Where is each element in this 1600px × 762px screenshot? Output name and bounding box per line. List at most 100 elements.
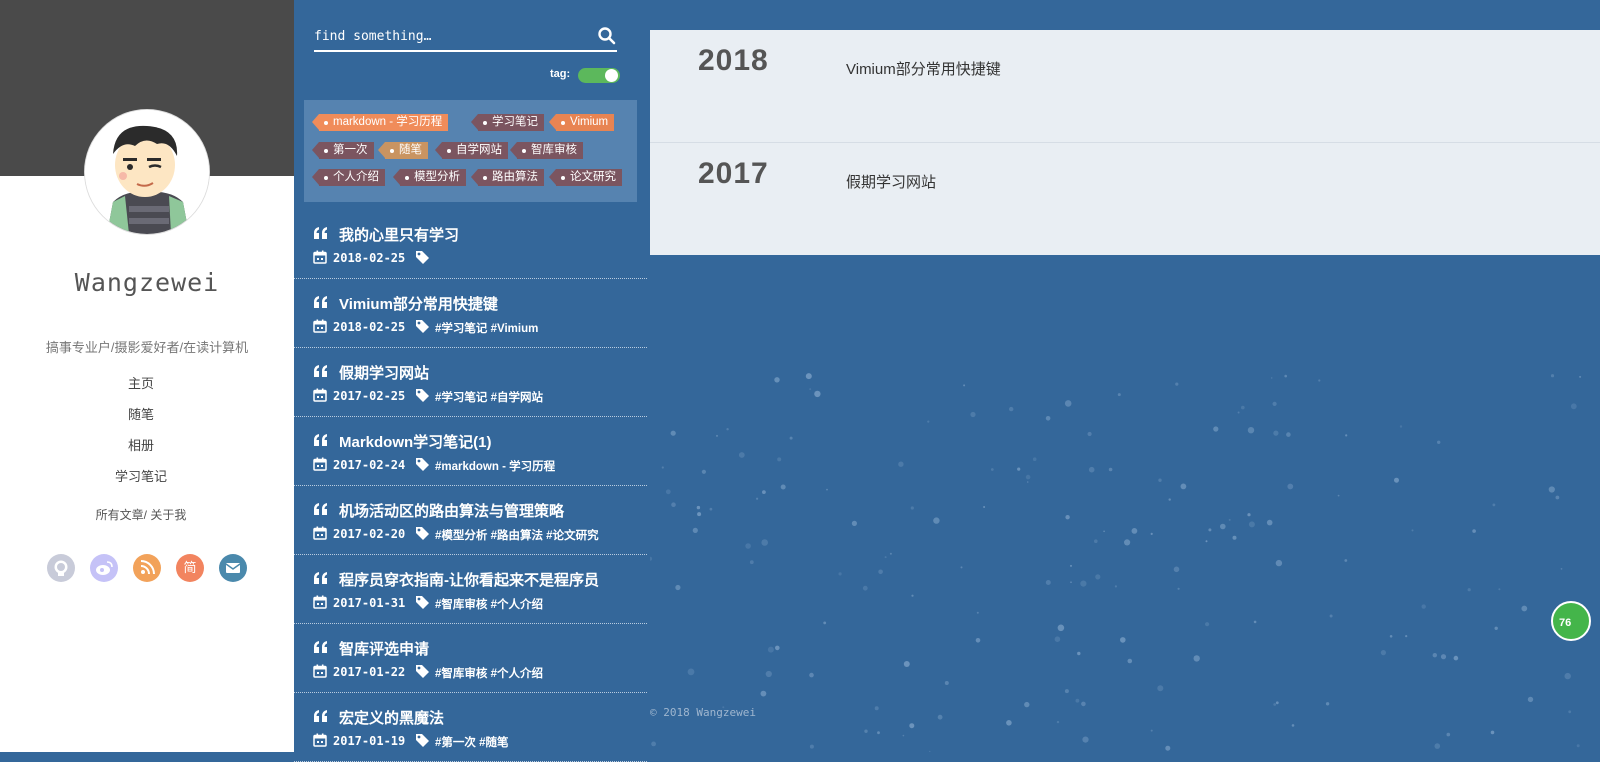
post-date: 2017-01-31	[333, 596, 406, 610]
post-tags[interactable]: #markdown - 学习历程	[435, 458, 555, 474]
archive-post-link[interactable]: 假期学习网站	[846, 171, 936, 192]
tag-routing-algorithm[interactable]: 路由算法	[471, 169, 544, 186]
tag-icon	[415, 664, 430, 681]
tag-personal-intro[interactable]: 个人介绍	[312, 169, 385, 186]
about-me-link[interactable]: 关于我	[150, 508, 186, 522]
post-item[interactable]: 假期学习网站 2017-02-25 #学习笔记 #自学网站	[294, 348, 647, 417]
avatar-illustration	[85, 110, 209, 234]
post-date: 2017-01-22	[333, 665, 406, 679]
tag-model-analysis[interactable]: 模型分析	[393, 169, 466, 186]
footer-copyright: © 2018 Wangzewei	[650, 706, 756, 719]
nav-item-album[interactable]: 相册	[0, 436, 282, 467]
archive-row: 2018 Vimium部分常用快捷键	[650, 30, 1600, 142]
post-date: 2017-02-24	[333, 458, 406, 472]
archive-year: 2017	[698, 157, 769, 190]
tag-icon	[415, 250, 430, 267]
quote-icon	[313, 295, 329, 314]
post-title[interactable]: 智库评选申请	[339, 638, 429, 659]
search-icon[interactable]	[597, 26, 617, 46]
post-date: 2017-02-20	[333, 527, 406, 541]
toggle-knob	[605, 69, 618, 82]
archive-row: 2017 假期学习网站	[650, 142, 1600, 255]
post-title[interactable]: Vimium部分常用快捷键	[339, 293, 498, 314]
quote-icon	[313, 640, 329, 659]
tag-paper-research[interactable]: 论文研究	[549, 169, 622, 186]
search-box	[314, 24, 617, 52]
author-bio: 搞事专业户/摄影爱好者/在读计算机	[45, 340, 249, 355]
tag-cloud: markdown - 学习历程 学习笔记 Vimium 第一次 随笔 自学网站 …	[304, 100, 637, 202]
post-date: 2017-02-25	[333, 389, 406, 403]
sidebar: Wangzewei 搞事专业户/摄影爱好者/在读计算机 主页 随笔 相册 学习笔…	[0, 0, 294, 752]
quote-icon	[313, 364, 329, 383]
post-tags[interactable]: #第一次 #随笔	[435, 734, 509, 750]
search-input[interactable]	[314, 24, 594, 48]
weibo-icon[interactable]	[90, 554, 118, 582]
post-date: 2017-01-19	[333, 734, 406, 748]
post-list-panel: tag: markdown - 学习历程 学习笔记 Vimium 第一次 随笔 …	[294, 0, 647, 762]
author-name: Wangzewei	[74, 268, 220, 297]
calendar-icon	[313, 319, 327, 336]
jianshu-icon[interactable]: 简	[176, 554, 204, 582]
tag-icon	[415, 388, 430, 405]
post-item[interactable]: 程序员穿衣指南-让你看起来不是程序员 2017-01-31 #智库审核 #个人介绍	[294, 555, 647, 624]
post-tags[interactable]: #模型分析 #路由算法 #论文研究	[435, 527, 599, 543]
sub-nav: 所有文章/ 关于我	[0, 506, 282, 523]
tag-first-time[interactable]: 第一次	[312, 142, 374, 159]
nav-item-study-notes[interactable]: 学习笔记	[0, 467, 282, 498]
tag-icon	[415, 457, 430, 474]
github-icon[interactable]	[47, 554, 75, 582]
archive-panel: 2018 Vimium部分常用快捷键 2017 假期学习网站	[650, 30, 1600, 255]
post-item[interactable]: Vimium部分常用快捷键 2018-02-25 #学习笔记 #Vimium	[294, 279, 647, 348]
all-posts-link[interactable]: 所有文章/	[96, 508, 147, 522]
calendar-icon	[313, 664, 327, 681]
calendar-icon	[313, 457, 327, 474]
tag-think-tank-review[interactable]: 智库审核	[510, 142, 583, 159]
tag-toggle[interactable]	[578, 68, 620, 83]
nav-item-home[interactable]: 主页	[0, 374, 282, 405]
tag-icon	[415, 595, 430, 612]
starfield-background	[650, 373, 1582, 752]
post-list: 我的心里只有学习 2018-02-25 Vimium部分常用快捷键 2018-02-2…	[294, 210, 647, 762]
post-tags[interactable]: #学习笔记 #自学网站	[435, 389, 543, 405]
post-item[interactable]: 机场活动区的路由算法与管理策略 2017-02-20 #模型分析 #路由算法 #论文…	[294, 486, 647, 555]
nav-item-essays[interactable]: 随笔	[0, 405, 282, 436]
tag-icon	[415, 319, 430, 336]
post-title[interactable]: 我的心里只有学习	[339, 224, 459, 245]
post-title[interactable]: Markdown学习笔记(1)	[339, 431, 492, 452]
avatar[interactable]	[85, 110, 209, 234]
post-tags[interactable]: #学习笔记 #Vimium	[435, 320, 538, 336]
tag-study-notes[interactable]: 学习笔记	[471, 114, 544, 131]
tag-self-study-sites[interactable]: 自学网站	[435, 142, 508, 159]
main-nav: 主页 随笔 相册 学习笔记	[0, 374, 282, 498]
calendar-icon	[313, 250, 327, 267]
tag-icon	[415, 526, 430, 543]
tag-icon	[415, 733, 430, 750]
post-item[interactable]: 我的心里只有学习 2018-02-25	[294, 210, 647, 279]
quote-icon	[313, 571, 329, 590]
post-title[interactable]: 程序员穿衣指南-让你看起来不是程序员	[339, 569, 599, 590]
calendar-icon	[313, 595, 327, 612]
tag-markdown[interactable]: markdown - 学习历程	[311, 114, 449, 131]
post-title[interactable]: 宏定义的黑魔法	[339, 707, 444, 728]
counter-badge[interactable]: 76	[1551, 601, 1591, 641]
tag-essay[interactable]: 随笔	[378, 142, 428, 159]
tag-toggle-label: tag:	[550, 68, 571, 80]
rss-icon[interactable]	[133, 554, 161, 582]
mail-icon[interactable]	[219, 554, 247, 582]
post-date: 2018-02-25	[333, 251, 406, 265]
quote-icon	[313, 709, 329, 728]
archive-year: 2018	[698, 44, 769, 77]
post-date: 2018-02-25	[333, 320, 406, 334]
post-title[interactable]: 假期学习网站	[339, 362, 429, 383]
tag-vimium[interactable]: Vimium	[548, 114, 615, 131]
post-title[interactable]: 机场活动区的路由算法与管理策略	[339, 500, 564, 521]
quote-icon	[313, 502, 329, 521]
calendar-icon	[313, 388, 327, 405]
post-item[interactable]: Markdown学习笔记(1) 2017-02-24 #markdown - 学习历…	[294, 417, 647, 486]
calendar-icon	[313, 526, 327, 543]
post-item[interactable]: 智库评选申请 2017-01-22 #智库审核 #个人介绍	[294, 624, 647, 693]
post-tags[interactable]: #智库审核 #个人介绍	[435, 665, 543, 681]
archive-post-link[interactable]: Vimium部分常用快捷键	[846, 58, 1001, 79]
post-tags[interactable]: #智库审核 #个人介绍	[435, 596, 543, 612]
calendar-icon	[313, 733, 327, 750]
